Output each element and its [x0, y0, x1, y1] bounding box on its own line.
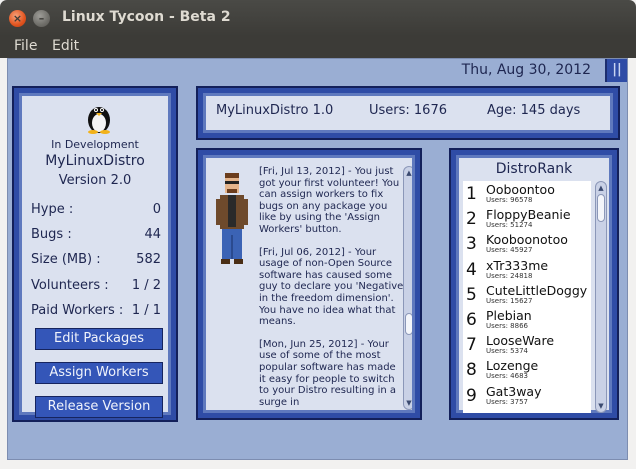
- message-entry: [Mon, Jun 25, 2012] - Your use of some o…: [259, 338, 397, 408]
- rank-distro-name: LooseWare: [486, 333, 555, 349]
- rank-number: 4: [466, 259, 477, 280]
- stat-value: 44: [144, 227, 161, 242]
- rank-users: Users: 8866: [486, 321, 528, 330]
- distrorank-scroll-thumb[interactable]: [597, 194, 605, 222]
- game-area: Thu, Aug 30, 2012 || In Development MyLi…: [7, 58, 628, 460]
- rank-users: Users: 96578: [486, 196, 533, 204]
- stat-value: 1 / 1: [131, 303, 161, 318]
- rank-distro-name: Ooboontoo: [486, 182, 555, 197]
- menu-edit[interactable]: Edit: [52, 38, 79, 54]
- window-title: Linux Tycoon - Beta 2: [62, 9, 231, 25]
- stat-value: 582: [136, 252, 161, 267]
- rank-users: Users: 4683: [486, 372, 528, 381]
- rank-number: 6: [466, 309, 477, 330]
- list-item: 4 xTr333me Users: 24818: [463, 257, 591, 282]
- edit-packages-button[interactable]: Edit Packages: [35, 328, 163, 350]
- distrorank-scrollbar[interactable]: ▲ ▼: [595, 181, 607, 413]
- summary-age: Age: 145 days: [487, 103, 581, 118]
- stat-label: Bugs :: [31, 227, 72, 242]
- messages-panel: [Fri, Jul 13, 2012] - You just got your …: [196, 148, 422, 420]
- menu-bar: File Edit: [0, 36, 636, 58]
- rank-users: Users: 51274: [486, 221, 533, 230]
- stat-label: Hype :: [31, 202, 74, 217]
- current-date: Thu, Aug 30, 2012: [461, 62, 591, 78]
- summary-users: Users: 1676: [369, 103, 447, 118]
- distro-panel: In Development MyLinuxDistro Version 2.0…: [12, 86, 178, 422]
- rank-number: 1: [466, 184, 477, 204]
- list-item: 2 FloppyBeanie Users: 51274: [463, 206, 591, 231]
- distro-name: MyLinuxDistro: [45, 153, 145, 169]
- message-entry: [Fri, Jul 13, 2012] - You just got your …: [259, 166, 400, 235]
- stat-label: Volunteers :: [31, 278, 109, 293]
- rank-users: Users: 45927: [486, 246, 533, 255]
- list-item: 3 Kooboonotoo Users: 45927: [463, 231, 591, 256]
- list-item: 5 CuteLittleDoggy Users: 15627: [463, 282, 591, 307]
- menu-file[interactable]: File: [14, 38, 37, 54]
- rank-users: Users: 15627: [486, 296, 533, 305]
- close-button[interactable]: ×: [9, 10, 26, 27]
- scroll-up-icon[interactable]: ▲: [597, 184, 605, 192]
- rank-number: 7: [466, 335, 477, 356]
- rank-users: Users: 3757: [486, 397, 528, 406]
- stat-value: 0: [152, 202, 161, 217]
- rank-number: 5: [466, 284, 477, 305]
- rank-number: 2: [466, 209, 477, 230]
- summary-panel: MyLinuxDistro 1.0 Users: 1676 Age: 145 d…: [196, 86, 620, 140]
- rank-distro-name: xTr333me: [486, 257, 549, 273]
- title-bar: × – Linux Tycoon - Beta 2: [0, 0, 636, 36]
- rank-distro-name: Lozenge: [486, 358, 539, 374]
- stat-label: Paid Workers :: [31, 303, 124, 318]
- list-item: 7 LooseWare Users: 5374: [463, 332, 591, 357]
- list-item: 1 Ooboontoo Users: 96578: [463, 181, 591, 206]
- rank-distro-name: FloppyBeanie: [486, 207, 571, 223]
- rank-distro-name: Gat3way: [486, 383, 542, 399]
- penguin-icon: [88, 107, 110, 134]
- message-entry: [Fri, Jul 06, 2012] - Your usage of non-…: [259, 246, 404, 328]
- rank-number: 9: [466, 385, 477, 406]
- scroll-up-icon[interactable]: ▲: [405, 169, 412, 177]
- minimize-button[interactable]: –: [33, 10, 50, 27]
- distro-status: In Development: [51, 138, 139, 151]
- stat-value: 1 / 2: [131, 278, 161, 293]
- assign-workers-button[interactable]: Assign Workers: [35, 362, 163, 384]
- list-item: 6 Plebian Users: 8866: [463, 307, 591, 332]
- messages-scroll-thumb[interactable]: [405, 313, 412, 335]
- pause-button[interactable]: ||: [605, 59, 627, 82]
- list-item: 9 Gat3way Users: 3757: [463, 383, 591, 408]
- worker-avatar: [216, 173, 248, 264]
- rank-distro-name: Plebian: [486, 307, 532, 323]
- release-version-button[interactable]: Release Version: [35, 396, 163, 418]
- scroll-down-icon[interactable]: ▼: [597, 402, 605, 410]
- rank-users: Users: 24818: [486, 271, 533, 280]
- rank-number: 8: [466, 360, 477, 381]
- rank-distro-name: CuteLittleDoggy: [486, 282, 588, 298]
- scroll-down-icon[interactable]: ▼: [405, 399, 412, 407]
- summary-distro-version: MyLinuxDistro 1.0: [216, 103, 334, 118]
- rank-number: 3: [466, 234, 477, 255]
- rank-distro-name: Kooboonotoo: [486, 232, 568, 248]
- stat-label: Size (MB) :: [31, 252, 101, 267]
- distrorank-panel: DistroRank 1 Ooboontoo Users: 96578 2 Fl…: [449, 148, 619, 420]
- distro-version: Version 2.0: [58, 173, 132, 188]
- message-log: [Fri, Jul 13, 2012] - You just got your …: [259, 166, 405, 410]
- rank-users: Users: 5374: [486, 347, 528, 356]
- messages-scrollbar[interactable]: ▲ ▼: [403, 166, 412, 410]
- distrorank-title: DistroRank: [495, 161, 573, 177]
- distrorank-list[interactable]: 1 Ooboontoo Users: 96578 2 FloppyBeanie …: [463, 181, 591, 413]
- list-item: 8 Lozenge Users: 4683: [463, 357, 591, 382]
